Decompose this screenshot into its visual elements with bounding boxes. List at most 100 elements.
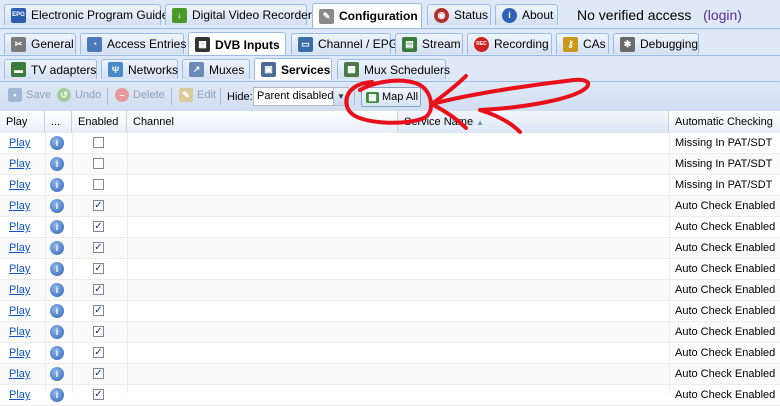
tab-configuration[interactable]: ✎ Configuration	[312, 3, 422, 28]
play-link[interactable]: Play	[9, 280, 30, 300]
edit-label: Edit	[197, 89, 216, 101]
table-row[interactable]: Play i Missing In PAT/SDT	[0, 154, 780, 175]
info-icon[interactable]: i	[50, 220, 64, 234]
enabled-checkbox[interactable]: ✓	[93, 284, 104, 295]
chevron-down-icon[interactable]: ▼	[333, 88, 348, 105]
hide-select[interactable]: Parent disabled ▼	[253, 87, 349, 106]
column-enabled[interactable]: Enabled	[72, 111, 127, 133]
play-link[interactable]: Play	[9, 343, 30, 363]
automatic-checking-value: Auto Check Enabled	[675, 284, 776, 296]
tab-stream[interactable]: ▤ Stream	[395, 33, 463, 54]
enabled-checkbox[interactable]: ✓	[93, 242, 104, 253]
enabled-checkbox[interactable]: ✓	[93, 368, 104, 379]
enabled-checkbox[interactable]	[93, 137, 104, 148]
table-row[interactable]: Play i ✓ Auto Check Enabled	[0, 259, 780, 280]
info-icon[interactable]: i	[50, 199, 64, 213]
info-icon[interactable]: i	[50, 241, 64, 255]
table-row[interactable]: Play i ✓ Auto Check Enabled	[0, 217, 780, 238]
tab-label: Electronic Program Guide	[31, 8, 169, 22]
play-link[interactable]: Play	[9, 196, 30, 216]
tab-access-entries[interactable]: ◔ Access Entries	[80, 33, 186, 54]
tab-general[interactable]: ✂ General	[4, 33, 76, 54]
tab-tv-adapters[interactable]: ▬ TV adapters	[4, 59, 97, 79]
tab-status[interactable]: ◉ Status	[427, 4, 491, 25]
table-row[interactable]: Play i Missing In PAT/SDT	[0, 175, 780, 196]
tab-epg[interactable]: EPG Electronic Program Guide	[4, 4, 168, 25]
tab-networks[interactable]: Ψ Networks	[101, 59, 178, 79]
users-icon: ◔	[87, 36, 102, 52]
play-link[interactable]: Play	[9, 133, 30, 153]
tab-mux-schedulers[interactable]: ▦ Mux Schedulers	[337, 59, 450, 79]
enabled-checkbox[interactable]: ✓	[93, 305, 104, 316]
save-button[interactable]: ▪ Save	[8, 88, 51, 102]
column-service-name[interactable]: Service Name ▲	[398, 111, 669, 133]
tab-about[interactable]: i About	[495, 4, 558, 25]
column-divider	[669, 133, 670, 393]
info-icon[interactable]: i	[50, 304, 64, 318]
info-icon[interactable]: i	[50, 388, 64, 402]
tab-debugging[interactable]: ✱ Debugging	[613, 33, 699, 54]
enabled-checkbox[interactable]	[93, 179, 104, 190]
tab-services[interactable]: ▣ Services	[254, 58, 332, 80]
column-play[interactable]: Play	[0, 111, 45, 133]
enabled-checkbox[interactable]: ✓	[93, 389, 104, 400]
play-link[interactable]: Play	[9, 259, 30, 279]
table-row[interactable]: Play i ✓ Auto Check Enabled	[0, 196, 780, 217]
table-row[interactable]: Play i ✓ Auto Check Enabled	[0, 385, 780, 406]
play-link[interactable]: Play	[9, 175, 30, 195]
info-icon[interactable]: i	[50, 157, 64, 171]
undo-label: Undo	[75, 89, 102, 101]
table-row[interactable]: Play i ✓ Auto Check Enabled	[0, 301, 780, 322]
enabled-checkbox[interactable]	[93, 158, 104, 169]
play-link[interactable]: Play	[9, 154, 30, 174]
info-icon[interactable]: i	[50, 325, 64, 339]
delete-button[interactable]: – Delete	[115, 88, 165, 102]
column-automatic-checking[interactable]: Automatic Checking	[669, 111, 780, 133]
tab-label: General	[31, 37, 74, 51]
play-link[interactable]: Play	[9, 217, 30, 237]
save-label: Save	[26, 89, 52, 101]
map-all-label: Map All	[382, 91, 419, 103]
info-icon[interactable]: i	[50, 283, 64, 297]
map-all-button[interactable]: ▦ Map All	[361, 87, 421, 107]
table-row[interactable]: Play i ✓ Auto Check Enabled	[0, 280, 780, 301]
play-link[interactable]: Play	[9, 301, 30, 321]
undo-button[interactable]: ↺ Undo	[57, 88, 101, 102]
table-row[interactable]: Play i Missing In PAT/SDT	[0, 133, 780, 154]
column-dots[interactable]: ...	[45, 111, 72, 133]
column-divider	[127, 133, 128, 393]
play-link[interactable]: Play	[9, 364, 30, 384]
enabled-checkbox[interactable]: ✓	[93, 326, 104, 337]
login-link[interactable]: (login)	[703, 7, 742, 23]
info-icon[interactable]: i	[50, 136, 64, 150]
tab-dvr[interactable]: ↓ Digital Video Recorder	[165, 4, 312, 25]
tab-dvb-inputs[interactable]: ▦ DVB Inputs	[188, 32, 286, 56]
delete-label: Delete	[133, 89, 165, 101]
info-icon[interactable]: i	[50, 178, 64, 192]
tab-recording[interactable]: REC Recording	[467, 33, 552, 54]
tab-channel-epg[interactable]: ▭ Channel / EPG	[291, 33, 398, 54]
info-icon[interactable]: i	[50, 367, 64, 381]
tab-muxes[interactable]: ↗ Muxes	[182, 59, 250, 79]
play-link[interactable]: Play	[9, 385, 30, 405]
tab-label: Channel / EPG	[318, 37, 399, 51]
table-row[interactable]: Play i ✓ Auto Check Enabled	[0, 364, 780, 385]
table-row[interactable]: Play i ✓ Auto Check Enabled	[0, 343, 780, 364]
edit-button[interactable]: ✎ Edit	[179, 88, 216, 102]
enabled-checkbox[interactable]: ✓	[93, 263, 104, 274]
enabled-checkbox[interactable]: ✓	[93, 347, 104, 358]
info-icon[interactable]: i	[50, 262, 64, 276]
play-link[interactable]: Play	[9, 238, 30, 258]
enabled-checkbox[interactable]: ✓	[93, 221, 104, 232]
play-link[interactable]: Play	[9, 322, 30, 342]
table-row[interactable]: Play i ✓ Auto Check Enabled	[0, 238, 780, 259]
automatic-checking-value: Auto Check Enabled	[675, 347, 776, 359]
tab-cas[interactable]: ⚷ CAs	[556, 33, 609, 54]
tab-label: Configuration	[339, 9, 418, 23]
enabled-checkbox[interactable]: ✓	[93, 200, 104, 211]
table-row[interactable]: Play i ✓ Auto Check Enabled	[0, 322, 780, 343]
tab-label: Debugging	[640, 37, 699, 51]
column-channel[interactable]: Channel	[127, 111, 398, 133]
info-icon[interactable]: i	[50, 346, 64, 360]
tab-label: Services	[281, 62, 331, 77]
